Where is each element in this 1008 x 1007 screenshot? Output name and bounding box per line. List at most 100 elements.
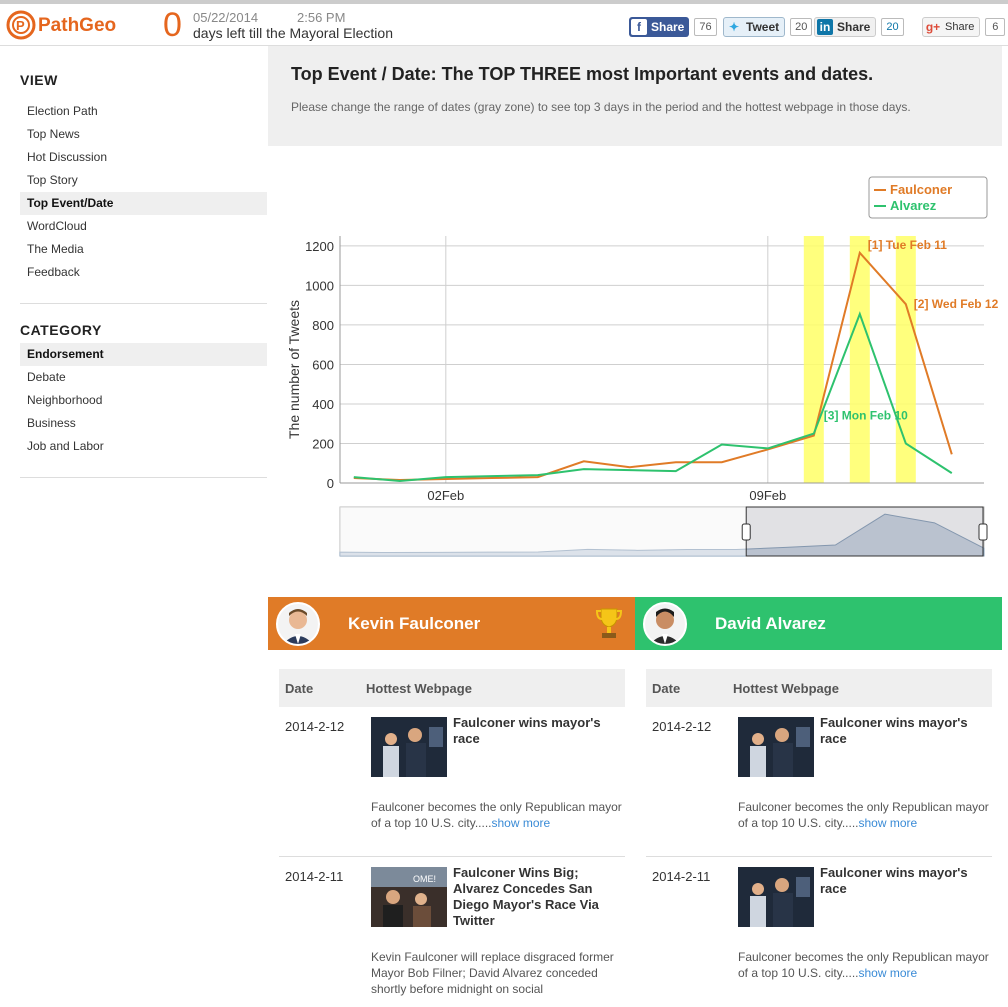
twitter-bird-icon: ✦ [728,20,740,34]
annotation-label: [1] Tue Feb 11 [868,238,947,252]
chart-legend[interactable]: FaulconerAlvarez [868,176,988,219]
sidebar-item-top-news[interactable]: Top News [20,123,267,146]
sidebar-item-feedback[interactable]: Feedback [20,261,267,284]
sidebar-divider-bottom [20,477,267,478]
col-page-header: Hottest Webpage [733,680,839,696]
facebook-share-label: Share [651,20,685,34]
googleplus-share-label: Share [945,21,975,33]
tweet-count: 20 [790,18,813,36]
show-more-link[interactable]: show more [492,816,551,830]
sidebar-item-the-media[interactable]: The Media [20,238,267,261]
annotation-label: [2] Wed Feb 12 [914,297,999,311]
news-description: Faulconer becomes the only Republican ma… [738,799,990,831]
chart-navigator[interactable] [339,506,988,557]
category-item-neighborhood[interactable]: Neighborhood [20,389,267,412]
facebook-share[interactable]: f Share 76 [629,16,717,38]
logo-text[interactable]: PathGeo [38,15,116,37]
highlight-band [895,236,916,483]
tweet-label: Tweet [746,20,780,34]
sidebar-item-hot-discussion[interactable]: Hot Discussion [20,146,267,169]
row-date: 2014-2-11 [285,869,344,884]
main-content: Top Event / Date: The TOP THREE most Imp… [268,46,1008,996]
annotation-label: [3] Mon Feb 10 [824,409,908,423]
tweet-button[interactable]: ✦ Tweet [723,17,786,37]
hottest-webpage-table-faulconer: Date Hottest Webpage 2014-2-12 Faulconer… [279,669,625,1007]
googleplus-share-count: 6 [985,18,1006,36]
sidebar-item-wordcloud[interactable]: WordCloud [20,215,267,238]
page-subtitle: Please change the range of dates (gray z… [291,100,911,114]
table-header: Date Hottest Webpage [646,669,992,707]
facebook-share-count: 76 [694,18,717,36]
candidate-name: Kevin Faulconer [348,613,481,633]
news-thumbnail[interactable] [371,717,447,777]
days-left-text: days left till the Mayoral Election [193,25,393,41]
sidebar-item-top-event-date[interactable]: Top Event/Date [20,192,267,215]
show-more-link[interactable]: show more [859,966,918,980]
trophy-icon [596,608,622,638]
twitter-share[interactable]: ✦ Tweet 20 [723,16,813,38]
y-tick-label: 600 [312,357,334,372]
navigator-handle[interactable] [741,523,751,541]
news-thumbnail[interactable] [738,867,814,927]
col-page-header: Hottest Webpage [366,680,472,696]
page-title: Top Event / Date: The TOP THREE most Imp… [291,64,874,84]
days-left-count: 0 [163,6,182,44]
y-tick-label: 1000 [305,278,334,293]
legend-label: Alvarez [890,198,937,213]
tweets-line-chart[interactable]: [1] Tue Feb 11 [2] Wed Feb 12 [3] Mon Feb … [268,166,1002,566]
sidebar-item-election-path[interactable]: Election Path [20,100,267,123]
x-tick-label: 09Feb [749,488,786,503]
sidebar-divider [20,303,267,304]
y-tick-label: 200 [312,436,334,451]
news-thumbnail[interactable] [738,717,814,777]
pathgeo-logo-icon[interactable]: P [6,10,36,40]
category-item-business[interactable]: Business [20,412,267,435]
svg-text:OME!: OME! [413,874,436,884]
row-date: 2014-2-12 [285,719,345,734]
news-title-link[interactable]: Faulconer wins mayor's race [820,865,990,897]
highlight-band [849,236,870,483]
sidebar: VIEW Election Path Top News Hot Discussi… [0,46,268,990]
navigator-handle[interactable] [978,523,988,541]
highlight-band [803,236,824,483]
news-title-link[interactable]: Faulconer wins mayor's race [820,715,990,747]
x-tick-label: 02Feb [427,488,464,503]
y-tick-label: 800 [312,318,334,333]
chart-grid [340,236,984,484]
col-date-header: Date [652,680,681,696]
hottest-webpage-table-alvarez: Date Hottest Webpage 2014-2-12 Faulconer… [646,669,992,1007]
chart-highlight-bands [803,236,916,483]
header: P PathGeo 0 05/22/2014 2:56 PM days left… [0,4,1008,46]
linkedin-share-button[interactable]: in Share [814,17,877,37]
news-title-link[interactable]: Faulconer Wins Big; Alvarez Concedes San… [453,865,623,929]
category-section-title: CATEGORY [20,322,102,338]
linkedin-share[interactable]: in Share 20 [814,16,904,38]
navigator-mask [340,507,747,556]
linkedin-share-count: 20 [881,18,904,36]
facebook-share-button[interactable]: f Share [629,17,690,37]
view-section-title: VIEW [20,72,58,88]
category-item-debate[interactable]: Debate [20,366,267,389]
avatar [643,601,687,646]
y-axis-title: The number of Tweets [286,300,302,439]
table-header: Date Hottest Webpage [279,669,625,707]
y-tick-label: 0 [327,476,334,491]
news-description: Faulconer becomes the only Republican ma… [738,949,990,981]
googleplus-share-button[interactable]: g+ Share [922,17,981,37]
table-row: 2014-2-11 OME! Faulconer Wins Big; Alvar… [279,857,625,1007]
candidate-name: David Alvarez [715,613,826,633]
category-item-endorsement[interactable]: Endorsement [20,343,267,366]
navigator-selection [745,506,984,557]
avatar [276,601,320,646]
sidebar-item-top-story[interactable]: Top Story [20,169,267,192]
news-title-link[interactable]: Faulconer wins mayor's race [453,715,623,747]
googleplus-icon: g+ [925,20,941,34]
candidate-header-faulconer: Kevin Faulconer [268,597,635,650]
googleplus-share[interactable]: g+ Share 6 [922,16,1006,38]
linkedin-share-label: Share [837,20,871,34]
show-more-link[interactable]: show more [859,816,918,830]
news-desc-text: Kevin Faulconer will replace disgraced f… [371,950,614,996]
linkedin-icon: in [817,19,833,35]
news-thumbnail[interactable]: OME! [371,867,447,927]
category-item-job-and-labor[interactable]: Job and Labor [20,435,267,458]
